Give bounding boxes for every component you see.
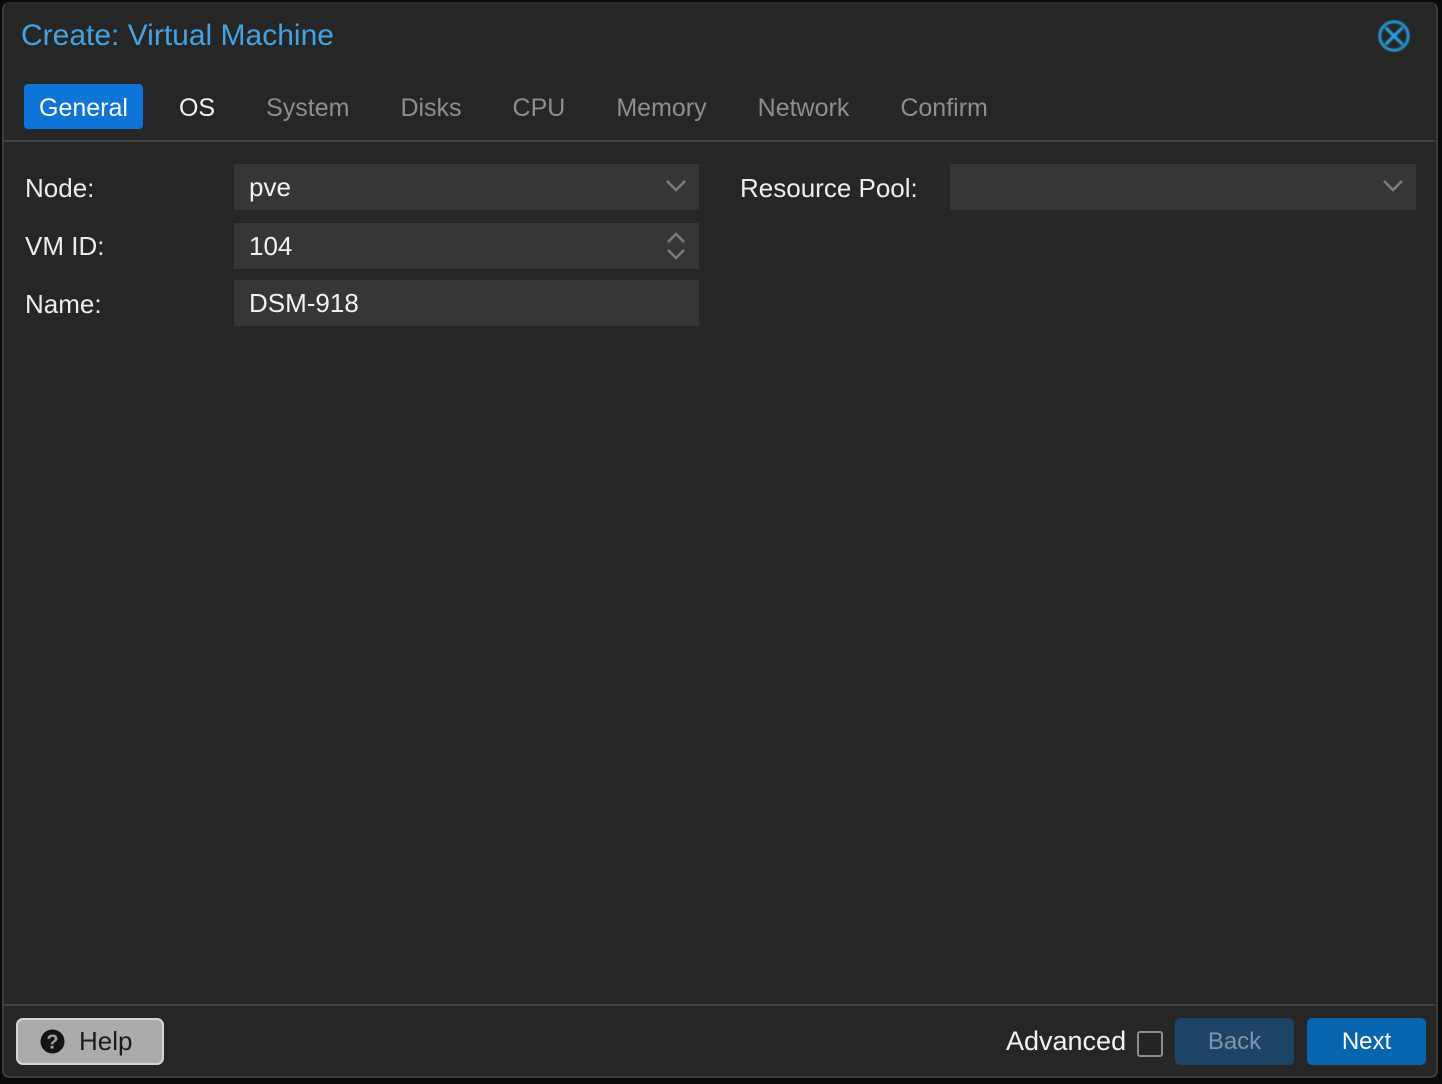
- svg-text:?: ?: [46, 1032, 58, 1054]
